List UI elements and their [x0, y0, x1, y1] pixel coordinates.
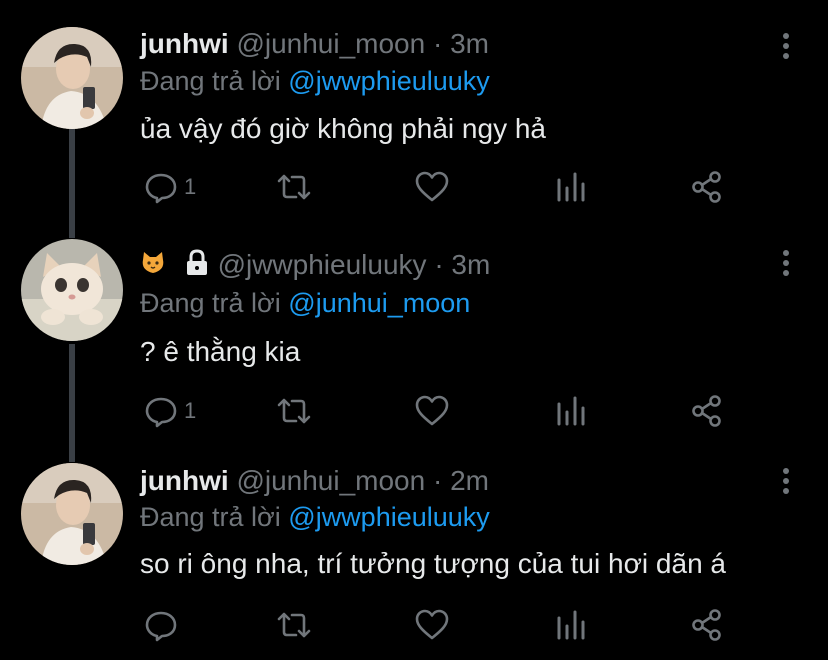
share-button[interactable]: [690, 391, 724, 431]
heart-icon: [414, 394, 450, 428]
reply-context: Đang trả lời @junhui_moon: [140, 287, 470, 319]
analytics-button[interactable]: [554, 391, 588, 431]
reply-prefix: Đang trả lời: [140, 288, 281, 318]
handle[interactable]: @junhui_moon: [236, 465, 425, 496]
tweet-text: ủa vậy đó giờ không phải ngy hả: [140, 113, 546, 144]
like-button[interactable]: [414, 605, 450, 645]
tweet-text: so ri ông nha, trí tưởng tượng của tui h…: [140, 548, 727, 579]
share-button[interactable]: [690, 167, 724, 207]
cat-emoji-icon: [140, 250, 166, 283]
more-options-icon[interactable]: [776, 249, 796, 282]
reply-icon: [144, 608, 178, 642]
timestamp[interactable]: 3m: [450, 28, 489, 59]
reply-count: 1: [184, 174, 197, 199]
handle[interactable]: @junhui_moon: [236, 28, 425, 59]
bar-chart-icon: [554, 394, 588, 428]
tweet-header: @jwwphieuluuky · 3m: [140, 249, 490, 284]
retweet-icon: [276, 394, 312, 428]
reply-button[interactable]: [144, 605, 184, 645]
share-icon: [690, 608, 724, 642]
retweet-button[interactable]: [276, 391, 312, 431]
lock-icon: [184, 249, 210, 284]
like-button[interactable]: [414, 167, 450, 207]
reply-button[interactable]: 1: [144, 167, 196, 207]
more-options-icon[interactable]: [776, 32, 796, 65]
reply-mention[interactable]: @junhui_moon: [288, 288, 470, 318]
separator: ·: [433, 465, 443, 496]
reply-prefix: Đang trả lời: [140, 502, 281, 532]
display-name[interactable]: junhwi: [140, 28, 229, 59]
share-button[interactable]: [690, 605, 724, 645]
avatar[interactable]: [21, 239, 123, 341]
reply-button[interactable]: 1: [144, 391, 196, 431]
reply-icon: [144, 394, 178, 428]
separator: ·: [434, 249, 444, 280]
separator: ·: [433, 28, 443, 59]
tweet-text: ? ê thằng kia: [140, 336, 301, 367]
reply-mention[interactable]: @jwwphieuluuky: [288, 66, 490, 96]
timestamp[interactable]: 3m: [451, 249, 490, 280]
handle[interactable]: @jwwphieuluuky: [218, 249, 427, 280]
share-icon: [690, 170, 724, 204]
reply-icon: [144, 170, 178, 204]
retweet-icon: [276, 608, 312, 642]
tweet-header: junhwi @junhui_moon · 2m: [140, 465, 489, 497]
like-button[interactable]: [414, 391, 450, 431]
timestamp[interactable]: 2m: [450, 465, 489, 496]
analytics-button[interactable]: [554, 605, 588, 645]
bar-chart-icon: [554, 608, 588, 642]
tweet[interactable]: @jwwphieuluuky · 3m Đang trả lời @junhui…: [0, 225, 828, 445]
reply-prefix: Đang trả lời: [140, 66, 281, 96]
analytics-button[interactable]: [554, 167, 588, 207]
reply-count: 1: [184, 398, 197, 423]
heart-icon: [414, 170, 450, 204]
person-photo-avatar-icon: [21, 27, 123, 129]
reply-context: Đang trả lời @jwwphieuluuky: [140, 501, 490, 533]
tweet-header: junhwi @junhui_moon · 3m: [140, 28, 489, 60]
action-bar: 1: [140, 167, 800, 207]
retweet-icon: [276, 170, 312, 204]
person-photo-avatar-icon: [21, 463, 123, 565]
avatar[interactable]: [21, 27, 123, 129]
retweet-button[interactable]: [276, 167, 312, 207]
tweet[interactable]: junhwi @junhui_moon · 3m Đang trả lời @j…: [0, 0, 828, 225]
bar-chart-icon: [554, 170, 588, 204]
retweet-button[interactable]: [276, 605, 312, 645]
display-name[interactable]: junhwi: [140, 465, 229, 496]
action-bar: 1: [140, 391, 800, 431]
reply-mention[interactable]: @jwwphieuluuky: [288, 502, 490, 532]
heart-icon: [414, 608, 450, 642]
avatar[interactable]: [21, 463, 123, 565]
kitten-photo-avatar-icon: [21, 239, 123, 341]
reply-context: Đang trả lời @jwwphieuluuky: [140, 65, 490, 97]
action-bar: [140, 605, 800, 645]
tweet[interactable]: junhwi @junhui_moon · 2m Đang trả lời @j…: [0, 445, 828, 660]
share-icon: [690, 394, 724, 428]
more-options-icon[interactable]: [776, 467, 796, 500]
